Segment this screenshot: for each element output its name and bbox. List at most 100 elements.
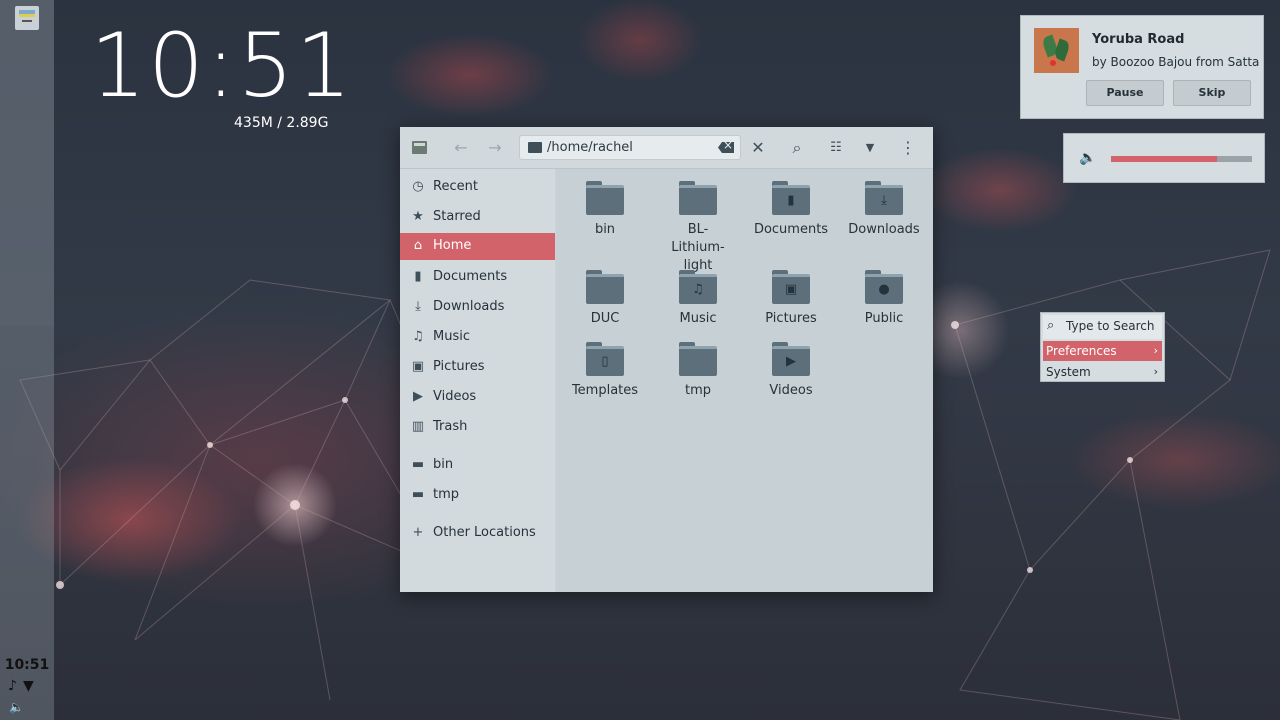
download-icon: ⤓ — [881, 193, 887, 208]
volume-slider[interactable] — [1111, 156, 1252, 162]
sidebar-item-videos[interactable]: ▶ Videos — [400, 384, 555, 411]
file-item-music[interactable]: ♫ Music — [652, 270, 744, 328]
sidebar-item-trash[interactable]: ▥ Trash — [400, 414, 555, 441]
file-manager-launcher-icon[interactable] — [15, 6, 39, 30]
menu-search-placeholder: Type to Search — [1066, 319, 1155, 333]
sidebar-item-label: tmp — [433, 487, 460, 502]
file-name: Templates — [571, 383, 639, 398]
memory-usage: 435M / 2.89G — [234, 115, 329, 131]
sidebar-item-label: Downloads — [433, 299, 505, 314]
folder-icon — [586, 181, 624, 215]
kebab-menu-icon[interactable]: ⋮ — [898, 138, 918, 158]
menu-item-label: Preferences — [1046, 344, 1117, 358]
picture-icon: ▣ — [411, 359, 425, 374]
file-item-public[interactable]: ● Public — [838, 270, 930, 328]
clock-icon: ◷ — [412, 179, 424, 194]
track-title: Yoruba Road — [1092, 32, 1185, 47]
menu-item-preferences[interactable]: Preferences › — [1043, 341, 1162, 361]
document-icon: ▮ — [787, 193, 795, 208]
chevron-down-icon[interactable]: ▼ — [860, 138, 880, 158]
file-name: BL-Lithium-light — [671, 222, 725, 273]
file-grid: bin BL-Lithium-light ▮ Documents ⤓ Downl… — [556, 169, 933, 592]
video-icon: ▶ — [786, 354, 796, 369]
sidebar-item-music[interactable]: ♫ Music — [400, 324, 555, 351]
sidebar-item-label: Music — [433, 329, 470, 344]
chevron-right-icon: › — [1153, 365, 1158, 378]
file-name: Documents — [753, 222, 829, 237]
view-list-icon[interactable]: ☷ — [826, 138, 846, 158]
folder-icon: ▶ — [772, 342, 810, 376]
sidebar-item-label: Documents — [433, 269, 508, 284]
folder-icon — [586, 270, 624, 304]
search-icon: ⌕ — [1047, 318, 1055, 333]
speaker-icon[interactable]: 🔈 — [1079, 150, 1096, 166]
sidebar-item-starred[interactable]: ★ Starred — [400, 204, 555, 231]
sidebar-item-bin[interactable]: ▬ bin — [400, 452, 555, 479]
file-item-downloads[interactable]: ⤓ Downloads — [838, 181, 930, 239]
context-menu: ⌕ Type to Search Preferences › System › — [1040, 312, 1165, 382]
sidebar-item-other-locations[interactable]: + Other Locations — [400, 520, 555, 547]
file-name: Public — [864, 311, 904, 326]
album-cover — [1034, 28, 1079, 73]
sidebar-item-downloads[interactable]: ⤓ Downloads — [400, 294, 555, 321]
file-name: Music — [679, 311, 717, 326]
clear-path-icon[interactable] — [718, 142, 734, 153]
file-item-duc[interactable]: DUC — [559, 270, 651, 328]
file-name: bin — [594, 222, 616, 237]
person-icon: ● — [878, 282, 890, 297]
video-icon: ▶ — [413, 389, 423, 404]
menu-item-system[interactable]: System › — [1043, 362, 1162, 382]
sidebar-item-pictures[interactable]: ▣ Pictures — [400, 354, 555, 381]
dock-tray: ♪ ▼ — [8, 678, 40, 694]
search-icon[interactable]: ⌕ — [787, 138, 807, 158]
folder-icon: ▮ — [772, 181, 810, 215]
music-note-icon[interactable]: ♪ — [8, 678, 17, 694]
places-sidebar: ◷ Recent ★ Starred ⌂ Home ▮ Documents ⤓ … — [400, 169, 555, 592]
skip-button[interactable]: Skip — [1173, 80, 1251, 106]
sidebar-item-documents[interactable]: ▮ Documents — [400, 264, 555, 291]
sidebar-item-label: Recent — [433, 179, 478, 194]
sidebar-item-recent[interactable]: ◷ Recent — [400, 174, 555, 201]
file-item-videos[interactable]: ▶ Videos — [745, 342, 837, 400]
menu-search-field[interactable]: ⌕ Type to Search — [1043, 315, 1162, 339]
sidebar-item-label: Pictures — [433, 359, 485, 374]
location-bar[interactable]: /home/rachel — [519, 135, 741, 160]
forward-arrow-icon[interactable]: → — [485, 138, 505, 158]
template-icon: ▯ — [601, 354, 609, 369]
folder-icon: ⤓ — [865, 181, 903, 215]
folder-icon: ♫ — [679, 270, 717, 304]
pause-button[interactable]: Pause — [1086, 80, 1164, 106]
dock-clock: 10:51 — [4, 657, 50, 673]
file-item-pictures[interactable]: ▣ Pictures — [745, 270, 837, 328]
sidebar-item-label: Other Locations — [433, 525, 536, 540]
file-name: DUC — [590, 311, 620, 326]
file-item-tmp[interactable]: tmp — [652, 342, 744, 400]
file-item-templates[interactable]: ▯ Templates — [559, 342, 651, 400]
folder-icon — [679, 181, 717, 215]
sidebar-item-home[interactable]: ⌂ Home — [400, 233, 555, 260]
close-location-icon[interactable]: ✕ — [748, 138, 768, 158]
file-item-documents[interactable]: ▮ Documents — [745, 181, 837, 239]
file-name: Downloads — [848, 222, 920, 237]
chevron-right-icon: › — [1153, 344, 1158, 357]
left-dock: 10:51 ♪ ▼ 🔈 — [0, 0, 54, 720]
back-arrow-icon[interactable]: ← — [451, 138, 471, 158]
plus-icon: + — [412, 525, 424, 540]
file-item-bin[interactable]: bin — [559, 181, 651, 239]
header-bar: ← → /home/rachel ✕ ⌕ ☷ ▼ ⋮ — [400, 127, 933, 169]
sidebar-item-label: bin — [433, 457, 454, 472]
track-artist: by Boozoo Bajou from Satta — [1092, 55, 1260, 69]
music-icon: ♫ — [692, 282, 704, 297]
volume-icon[interactable]: 🔈 — [9, 700, 24, 714]
document-icon: ▮ — [414, 269, 422, 284]
app-menu-icon[interactable] — [412, 141, 427, 154]
sidebar-item-tmp[interactable]: ▬ tmp — [400, 482, 555, 509]
location-path[interactable]: /home/rachel — [547, 140, 633, 155]
file-item-bl-lithium-light[interactable]: BL-Lithium-light — [652, 181, 744, 275]
music-icon: ♫ — [412, 329, 424, 344]
folder-icon: ● — [865, 270, 903, 304]
download-icon: ⤓ — [415, 299, 421, 314]
file-manager-window: ← → /home/rachel ✕ ⌕ ☷ ▼ ⋮ ◷ Recent ★ St… — [400, 127, 933, 592]
wifi-icon[interactable]: ▼ — [23, 678, 34, 694]
folder-icon — [679, 342, 717, 376]
